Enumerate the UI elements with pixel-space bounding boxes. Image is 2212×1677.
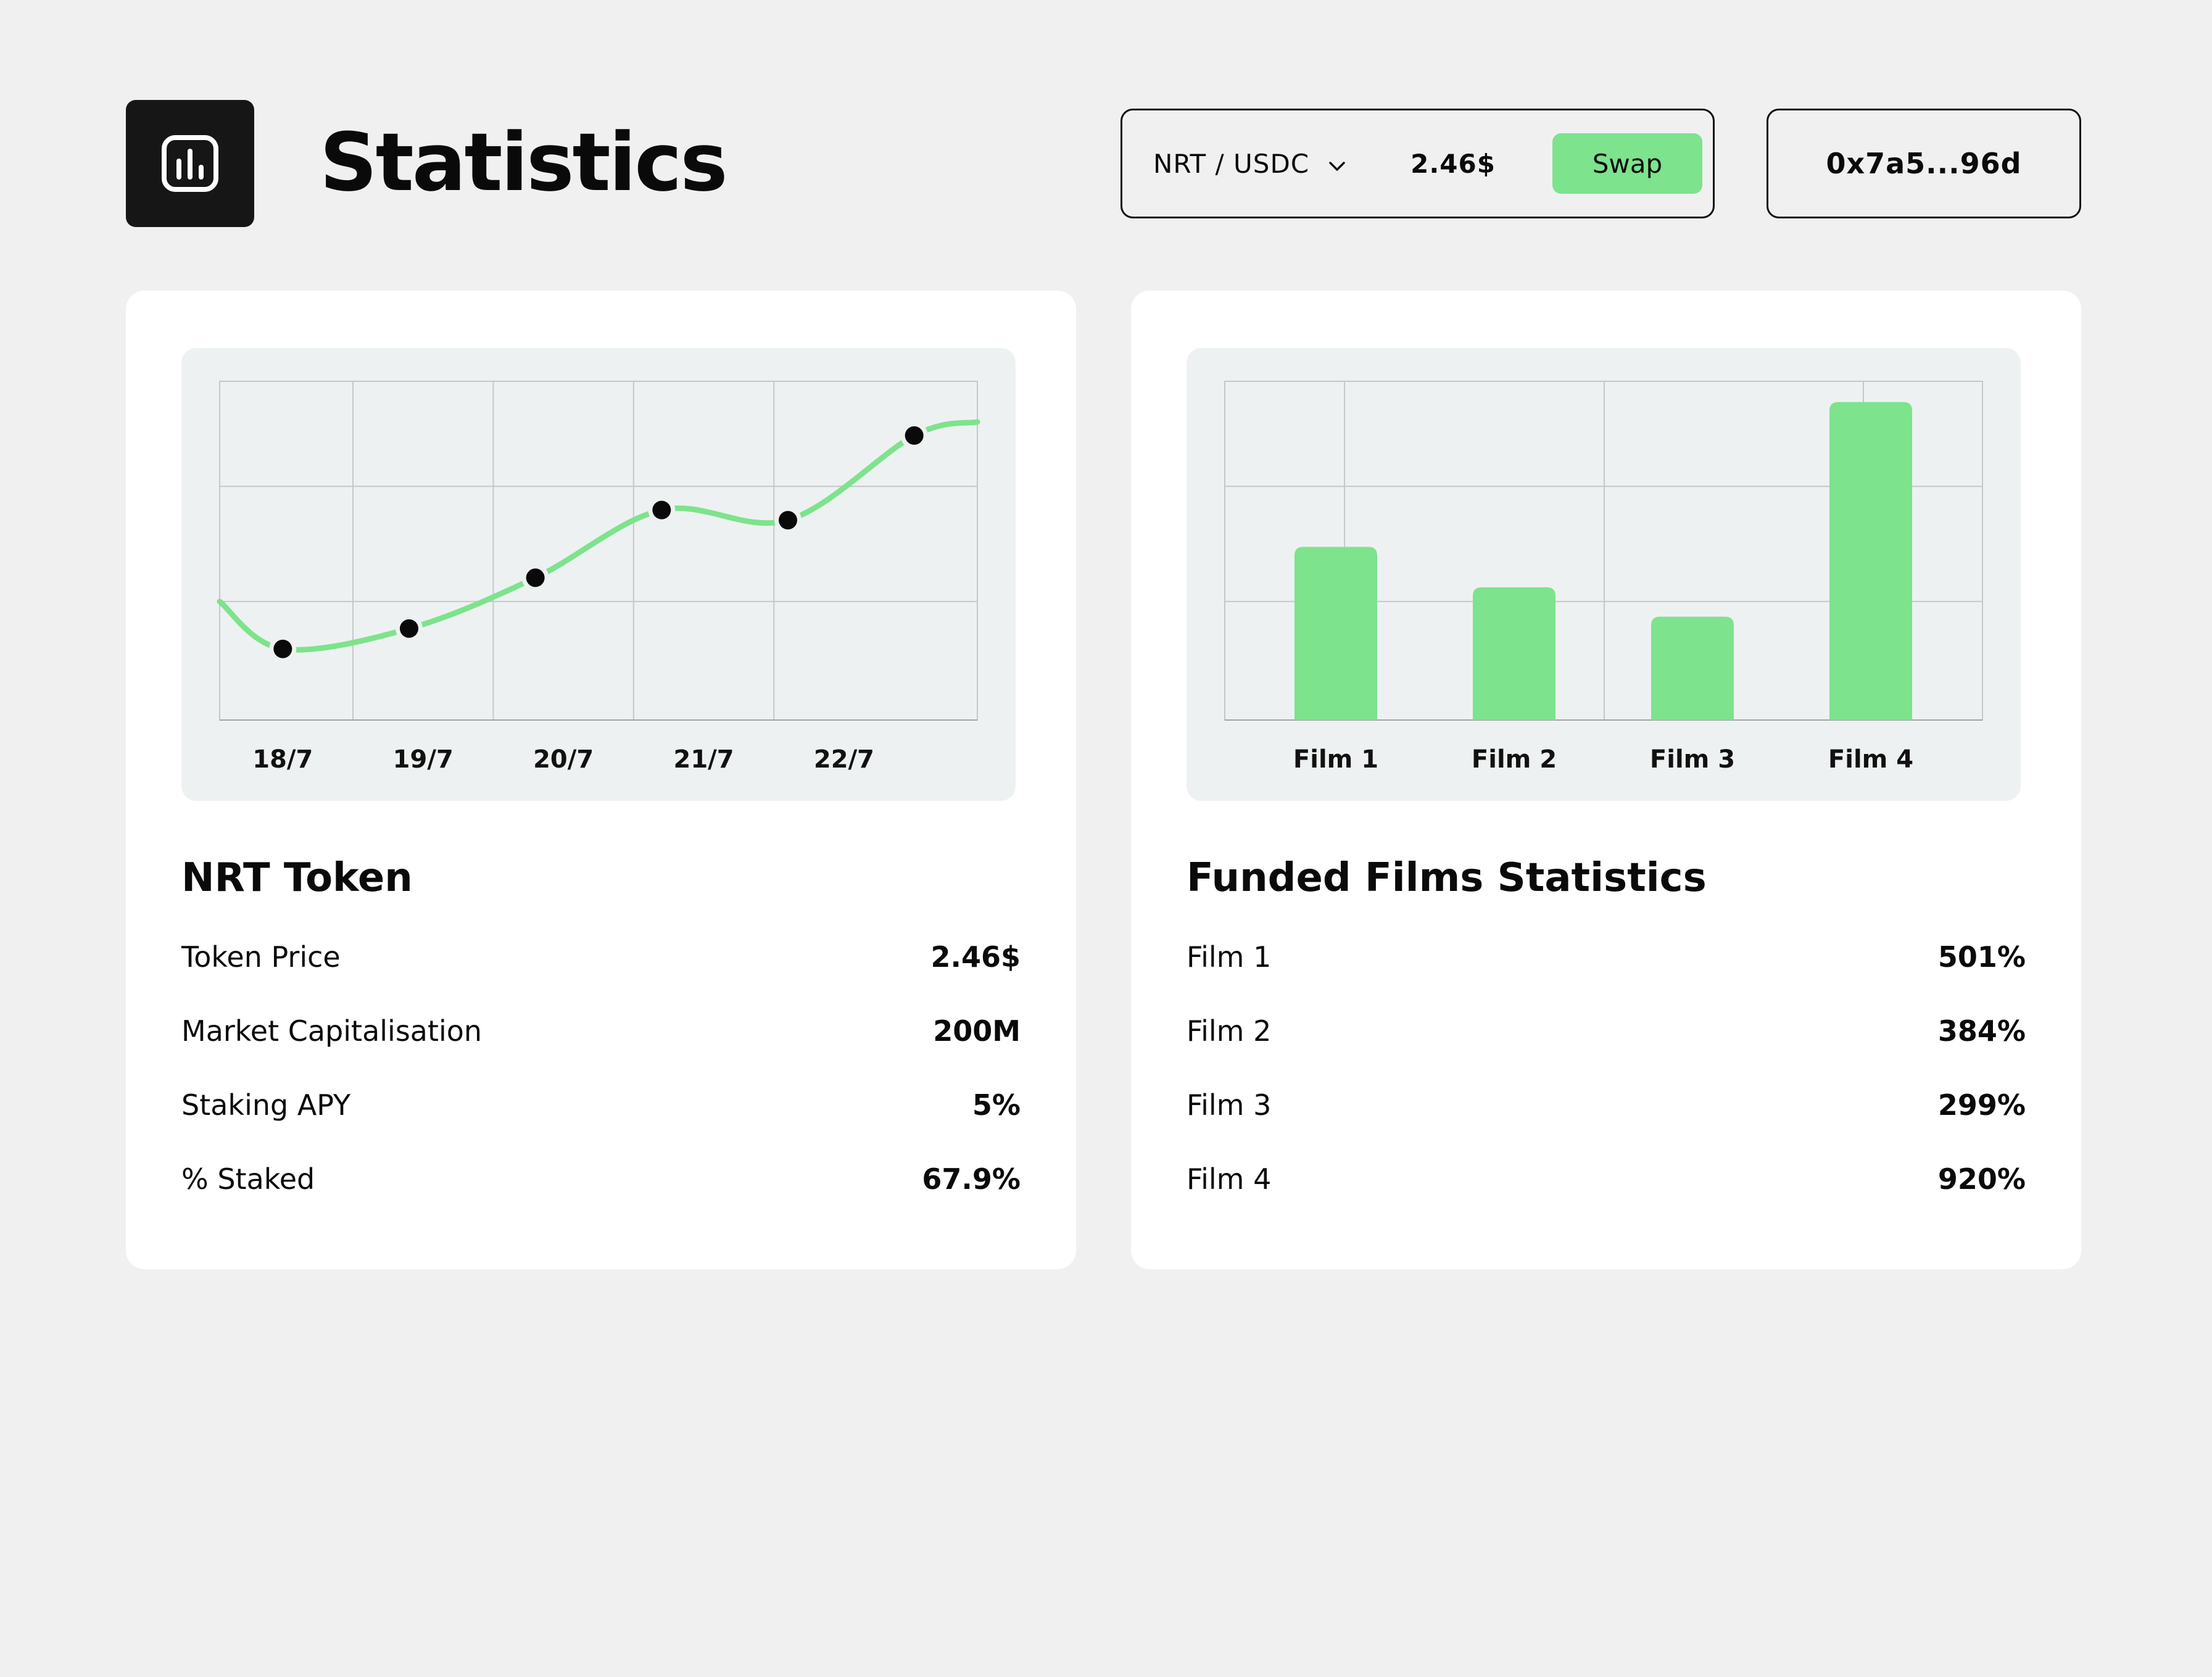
x-tick-label: Film 4 <box>1828 745 1913 774</box>
bar <box>1294 547 1377 720</box>
x-tick-label: Film 1 <box>1293 745 1378 774</box>
funded-films-card: Film 1 Film 2 Film 3 Film 4 Funded Films St… <box>1131 291 2081 1269</box>
x-tick-label: 22/7 <box>814 745 874 774</box>
token-stats-list: Token Price 2.46$ Market Capitalisation 200… <box>181 920 1021 1216</box>
data-point <box>779 511 797 530</box>
stat-value: 200M <box>933 1014 1021 1048</box>
stat-label: Film 4 <box>1187 1162 1272 1196</box>
bar-chart-svg: Film 1 Film 2 Film 3 Film 4 <box>1224 381 1983 774</box>
films-stats-list: Film 1 501% Film 2 384% Film 3 299% Film 4 920% <box>1187 920 2026 1216</box>
chart-frame <box>219 381 978 721</box>
pair-label: NRT / USDC <box>1153 148 1310 179</box>
stat-value: 384% <box>1937 1014 2026 1048</box>
stat-row: Market Capitalisation 200M <box>181 994 1021 1068</box>
wallet-address-button[interactable]: 0x7a5...96d <box>1767 109 2081 218</box>
x-tick-label: 20/7 <box>533 745 594 774</box>
stat-row: Staking APY 5% <box>181 1068 1021 1142</box>
series-line <box>217 419 980 653</box>
stat-label: Staking APY <box>181 1088 351 1122</box>
data-point <box>526 568 545 587</box>
price-line-chart: 18/7 19/7 20/7 21/7 22/7 <box>181 348 1016 801</box>
stat-row: Token Price 2.46$ <box>181 920 1021 994</box>
bar <box>1473 587 1555 720</box>
stat-row: Film 2 384% <box>1187 994 2026 1068</box>
page-title: Statistics <box>320 115 728 209</box>
stat-row: Film 1 501% <box>1187 920 2026 994</box>
stat-label: Film 3 <box>1187 1088 1272 1122</box>
line-chart-svg: 18/7 19/7 20/7 21/7 22/7 <box>217 381 980 774</box>
stat-row: % Staked 67.9% <box>181 1142 1021 1216</box>
stat-label: Token Price <box>181 940 341 974</box>
stat-value: 5% <box>972 1088 1021 1122</box>
logo-tile[interactable] <box>126 100 254 227</box>
stat-value: 299% <box>1937 1088 2026 1122</box>
x-tick-label: 21/7 <box>674 745 734 774</box>
stat-row: Film 4 920% <box>1187 1142 2026 1216</box>
data-point <box>273 639 292 658</box>
stat-value: 67.9% <box>922 1162 1021 1196</box>
swap-button[interactable]: Swap <box>1552 133 1702 194</box>
nrt-token-card: 18/7 19/7 20/7 21/7 22/7 NRT Token Token Pri… <box>126 291 1076 1269</box>
stat-label: Film 2 <box>1187 1014 1272 1048</box>
stat-label: % Staked <box>181 1162 315 1196</box>
funded-films-title: Funded Films Statistics <box>1187 855 1707 901</box>
x-tick-label: 19/7 <box>393 745 454 774</box>
statistics-page: Statistics NRT / USDC 2.46$ Swap 0x7a5..… <box>0 0 2212 1677</box>
pair-select[interactable]: NRT / USDC <box>1153 149 1346 179</box>
chevron-down-icon <box>1328 149 1346 179</box>
stat-row: Film 3 299% <box>1187 1068 2026 1142</box>
data-point <box>652 500 671 520</box>
x-tick-label: Film 2 <box>1472 745 1557 774</box>
stat-value: 501% <box>1937 940 2026 974</box>
bar <box>1651 616 1734 720</box>
stat-value: 2.46$ <box>930 940 1021 974</box>
bar <box>1829 402 1912 720</box>
data-point <box>905 426 924 445</box>
bar-chart-icon <box>162 135 218 192</box>
token-price-display: 2.46$ <box>1410 148 1496 179</box>
films-bar-chart: Film 1 Film 2 Film 3 Film 4 <box>1187 348 2021 801</box>
swap-widget: NRT / USDC 2.46$ Swap <box>1120 109 1715 218</box>
nrt-token-title: NRT Token <box>181 855 413 901</box>
stat-label: Market Capitalisation <box>181 1014 483 1048</box>
x-tick-label: 18/7 <box>252 745 313 774</box>
x-tick-label: Film 3 <box>1650 745 1735 774</box>
stat-value: 920% <box>1937 1162 2026 1196</box>
data-point <box>400 619 418 638</box>
stat-label: Film 1 <box>1187 940 1272 974</box>
